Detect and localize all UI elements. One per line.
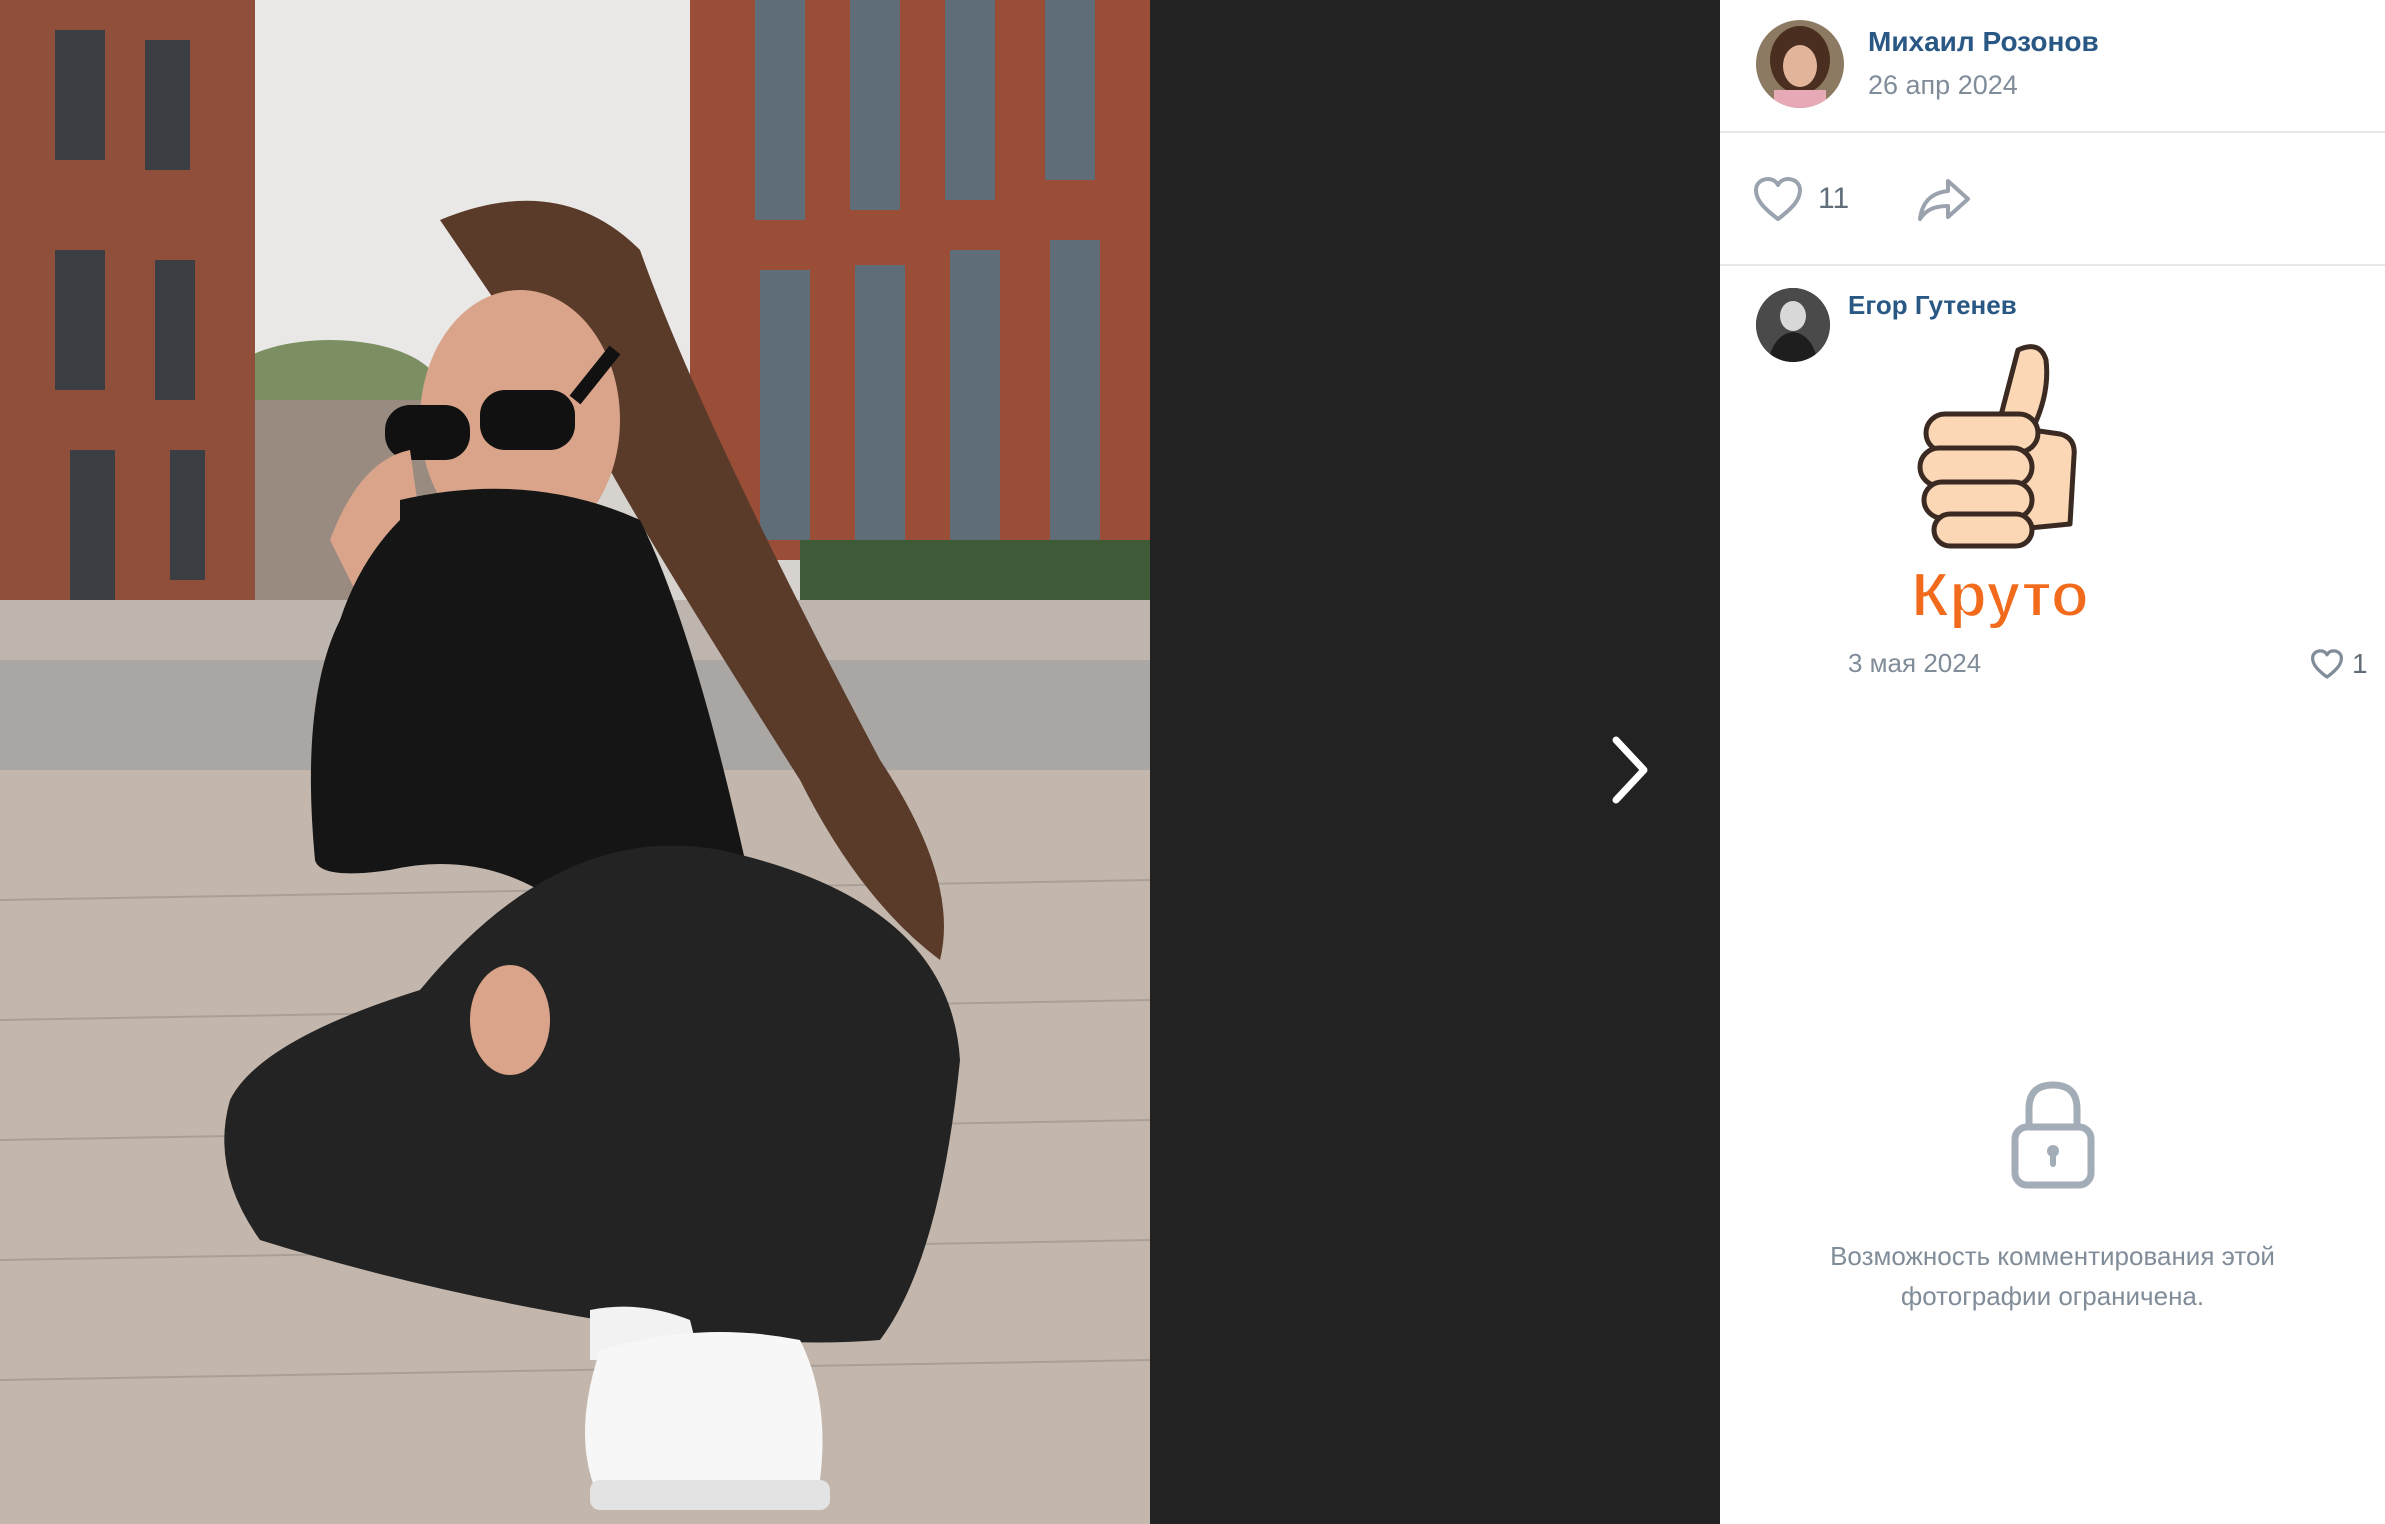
- photo-image: [0, 0, 1150, 1524]
- comment-item: Егор Гутенев Круто 3 мая 2024 1: [1720, 268, 2385, 708]
- like-count: 11: [1818, 182, 1850, 215]
- chevron-right-icon: [1612, 736, 1648, 804]
- post-actions-bar: 11: [1720, 135, 2385, 266]
- next-photo-button[interactable]: [1590, 700, 1670, 840]
- heart-outline-icon: [1754, 177, 1802, 221]
- sticker-text: Круто: [1911, 561, 2089, 630]
- photo-viewer: Михаил Розонов 26 апр 2024 11 Егор Гутен…: [0, 0, 2385, 1524]
- commenter-avatar-image: [1756, 288, 1830, 362]
- post-author-header: Михаил Розонов 26 апр 2024: [1720, 0, 2385, 133]
- lock-icon: [2003, 1075, 2103, 1195]
- thumbs-up-sticker: Круто: [1900, 334, 2100, 634]
- share-arrow-icon: [1918, 179, 1970, 221]
- comments-closed-text: Возможность комментирования этой фотогра…: [1830, 1241, 2275, 1311]
- commenter-name-link[interactable]: Егор Гутенев: [1848, 290, 2017, 321]
- thumbs-up-sticker-image: Круто: [1910, 344, 2090, 631]
- post-date: 26 апр 2024: [1868, 70, 2018, 100]
- commenter-avatar[interactable]: [1756, 288, 1830, 362]
- side-panel: Михаил Розонов 26 апр 2024 11 Егор Гутен…: [1720, 0, 2385, 1524]
- comments-closed-notice: Возможность комментирования этой фотогра…: [1720, 1075, 2385, 1316]
- like-button[interactable]: 11: [1752, 175, 1849, 223]
- photo-stage: [0, 0, 1720, 1524]
- share-button[interactable]: [1916, 175, 1972, 228]
- author-avatar[interactable]: [1756, 20, 1844, 108]
- post-photo[interactable]: [0, 0, 1150, 1524]
- heart-outline-icon: [2310, 649, 2344, 679]
- comment-like-count: 1: [2352, 648, 2368, 679]
- author-name-link[interactable]: Михаил Розонов: [1868, 26, 2099, 58]
- comment-date: 3 мая 2024: [1848, 648, 1982, 678]
- comment-like-button[interactable]: 1: [2310, 648, 2368, 680]
- author-avatar-image: [1756, 20, 1844, 108]
